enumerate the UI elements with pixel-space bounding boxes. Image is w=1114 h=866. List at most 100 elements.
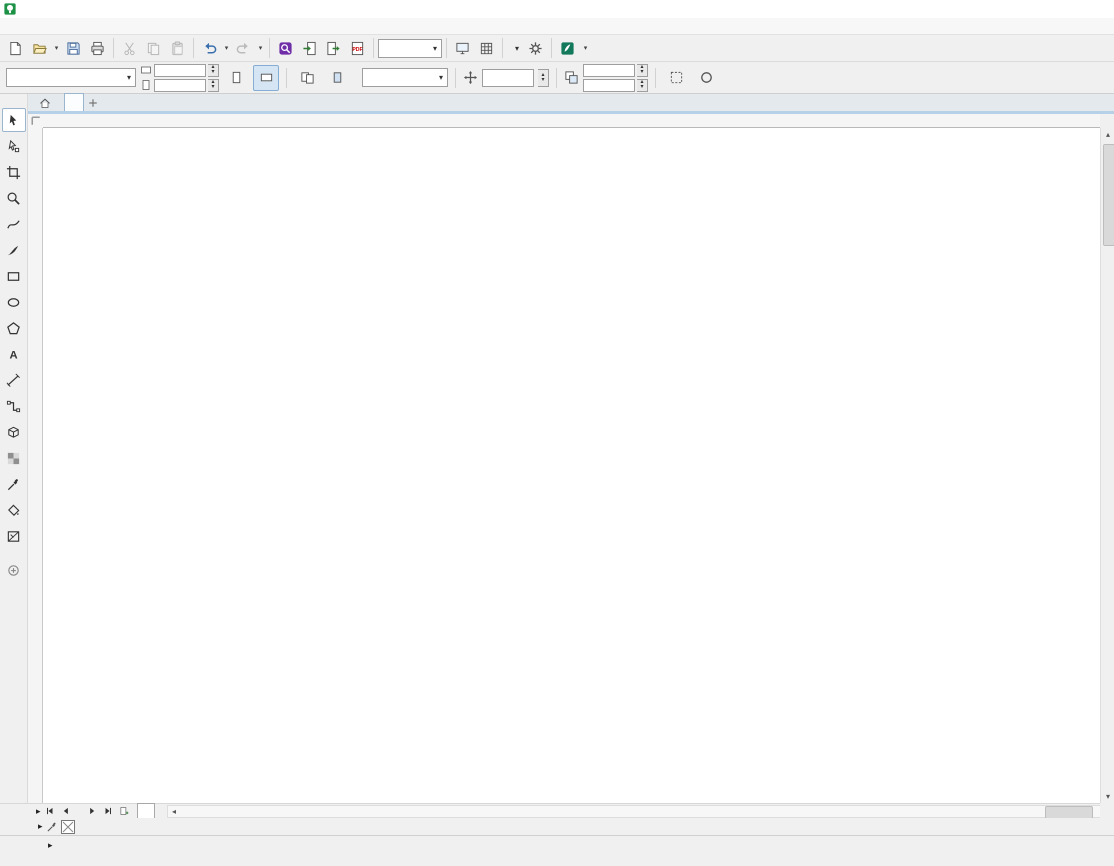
interactive-fill-tool[interactable] [2, 498, 26, 522]
redo-dropdown-arrow[interactable]: ▾ [256, 37, 265, 59]
pick-tool[interactable] [2, 108, 26, 132]
duplicate-x-spinner[interactable]: ▴▾ [637, 64, 648, 77]
undo-button[interactable] [198, 37, 221, 59]
freehand-tool[interactable] [2, 212, 26, 236]
page-size-preset-combo[interactable]: ▾ [6, 68, 136, 87]
import-button[interactable] [298, 37, 321, 59]
palette-flyout-icon[interactable]: ▸ [38, 821, 43, 832]
connector-tool[interactable] [2, 394, 26, 418]
duplicate-distance-y-input[interactable] [583, 79, 635, 92]
portrait-orientation-button[interactable] [223, 65, 249, 91]
polygon-tool[interactable] [2, 316, 26, 340]
dimension-tool[interactable] [2, 368, 26, 392]
toolbar-separator [502, 38, 503, 58]
chevron-down-icon: ▾ [515, 44, 519, 53]
scroll-up-arrow[interactable]: ▴ [1101, 128, 1114, 141]
paste-button[interactable] [166, 37, 189, 59]
fullscreen-preview-button[interactable] [451, 37, 474, 59]
ellipse-tool[interactable] [2, 290, 26, 314]
quick-customize-button[interactable] [2, 558, 26, 582]
duplicate-distance-x-input[interactable] [583, 64, 635, 77]
text-tool[interactable] [2, 342, 26, 366]
standard-toolbar: ▾ ▾ ▾ ▾ ▾ ▾ [0, 35, 1114, 62]
vertical-scroll-thumb[interactable] [1103, 144, 1114, 246]
border-visibility-button[interactable] [693, 65, 719, 91]
ruler-origin-corner[interactable] [28, 114, 44, 129]
nudge-offset-spinner[interactable]: ▴▾ [538, 69, 549, 87]
eyedropper-tool[interactable] [2, 472, 26, 496]
chevron-down-icon: ▾ [127, 73, 131, 82]
rectangle-tool[interactable] [2, 264, 26, 288]
cut-button[interactable] [118, 37, 141, 59]
toolbar-separator [113, 38, 114, 58]
nav-flyout-icon[interactable]: ▸ [36, 806, 41, 817]
page-height-spinner[interactable]: ▴▾ [208, 79, 219, 92]
extrude-tool[interactable] [2, 420, 26, 444]
last-page-button[interactable] [101, 805, 115, 818]
toolbar-separator [655, 68, 656, 88]
transparency-tool[interactable] [2, 446, 26, 470]
next-page-button[interactable] [85, 805, 99, 818]
color-eyedropper-icon[interactable] [46, 821, 58, 833]
export-button[interactable] [322, 37, 345, 59]
scroll-down-arrow[interactable]: ▾ [1101, 790, 1114, 803]
artistic-media-tool[interactable] [2, 238, 26, 262]
publish-pdf-button[interactable] [346, 37, 369, 59]
zoom-level-combo[interactable]: ▾ [378, 39, 442, 58]
treat-as-filled-button[interactable] [663, 65, 689, 91]
open-dropdown-arrow[interactable]: ▾ [52, 37, 61, 59]
property-bar: ▾ ▴▾ ▴▾ ▾ ▴▾ ▴▾ ▴▾ [0, 62, 1114, 94]
add-page-button[interactable] [117, 805, 131, 818]
tab-untitled-document[interactable] [64, 93, 84, 111]
scroll-left-arrow[interactable]: ◂ [168, 806, 181, 817]
redo-button[interactable] [232, 37, 255, 59]
toolbar-separator [373, 38, 374, 58]
coil-green-glow [771, 371, 971, 561]
options-gear-button[interactable] [524, 37, 547, 59]
units-combo[interactable]: ▾ [362, 68, 448, 87]
undo-dropdown-arrow[interactable]: ▾ [222, 37, 231, 59]
all-pages-button[interactable] [294, 65, 320, 91]
zoom-tool[interactable] [2, 186, 26, 210]
snap-to-dropdown[interactable]: ▾ [507, 39, 523, 58]
first-page-button[interactable] [43, 805, 57, 818]
horizontal-scrollbar[interactable]: ◂ ▸ [167, 805, 1112, 818]
launch-icon[interactable] [556, 37, 579, 59]
new-document-button[interactable] [4, 37, 27, 59]
nudge-offset-input[interactable] [482, 69, 534, 87]
tab-welcome-screen[interactable] [30, 94, 64, 111]
page-width-input[interactable] [154, 64, 206, 77]
duplicate-distance-icon [564, 70, 579, 85]
no-color-swatch[interactable] [61, 820, 75, 834]
status-flyout-icon[interactable]: ▸ [48, 840, 53, 851]
copy-button[interactable] [142, 37, 165, 59]
page-width-spinner[interactable]: ▴▾ [208, 64, 219, 77]
page-dimensions-group: ▴▾ ▴▾ [140, 63, 219, 92]
shape-tool[interactable] [2, 134, 26, 158]
crop-tool[interactable] [2, 160, 26, 184]
vertical-ruler[interactable] [28, 128, 43, 803]
previous-page-button[interactable] [59, 805, 73, 818]
horizontal-scroll-thumb[interactable] [1045, 806, 1093, 819]
show-grid-button[interactable] [475, 37, 498, 59]
horizontal-ruler[interactable] [43, 114, 1100, 128]
current-page-button[interactable] [324, 65, 350, 91]
vertical-scrollbar[interactable]: ▴ ▾ [1100, 128, 1114, 803]
drawing-canvas[interactable] [43, 128, 1100, 803]
duplicate-y-spinner[interactable]: ▴▾ [637, 79, 648, 92]
print-button[interactable] [86, 37, 109, 59]
chevron-down-icon: ▾ [433, 44, 437, 53]
smart-fill-tool[interactable] [2, 524, 26, 548]
save-button[interactable] [62, 37, 85, 59]
page-1-tab[interactable] [137, 803, 155, 819]
open-button[interactable] [28, 37, 51, 59]
new-tab-button[interactable] [84, 94, 102, 111]
page-height-input[interactable] [154, 79, 206, 92]
launch-dropdown-arrow[interactable]: ▾ [581, 37, 590, 59]
document-tab-bar [0, 94, 1114, 114]
x-icon [62, 821, 74, 833]
search-content-button[interactable] [274, 37, 297, 59]
landscape-orientation-button[interactable] [253, 65, 279, 91]
scrollbar-corner [1100, 803, 1114, 818]
page-height-icon [140, 79, 152, 91]
